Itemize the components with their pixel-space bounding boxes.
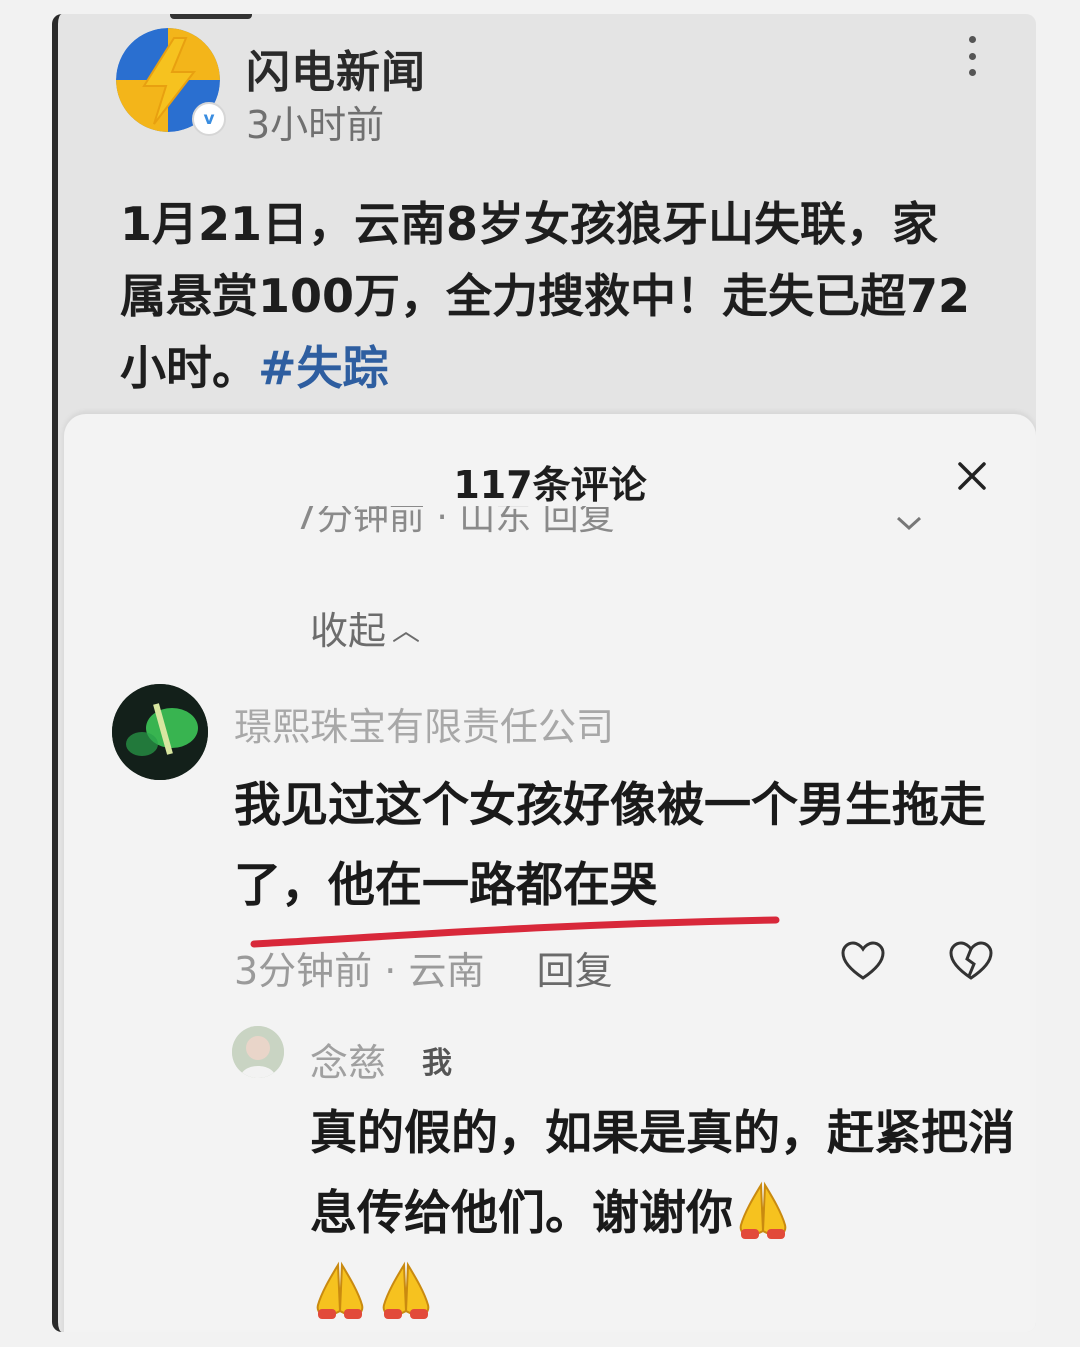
comments-sheet: 117条评论 7分钟前 · 山东 回复 收起 ︿ 璟熙珠宝有限责任公司 我见过这个…: [64, 414, 1036, 1332]
comments-count-title: 117条评论: [453, 463, 647, 507]
comment-meta: 3分钟前 · 云南 回复: [234, 940, 613, 995]
reply-avatar[interactable]: [232, 1026, 284, 1078]
more-vertical-icon[interactable]: [958, 36, 986, 76]
reply-button[interactable]: 回复: [537, 949, 613, 993]
heart-icon[interactable]: [840, 940, 886, 982]
post-time: 3小时前: [246, 103, 385, 147]
chevron-down-icon: [896, 516, 922, 531]
commenter-avatar[interactable]: [112, 684, 208, 780]
phone-screen: v 闪电新闻 3小时前 1月21日，云南8岁女孩狼牙山失联，家属悬赏100万，全…: [52, 14, 1036, 1332]
collapse-replies-button[interactable]: 收起 ︿: [310, 600, 420, 655]
meta-separator: ·: [384, 949, 409, 993]
reply-body: 真的假的，如果是真的，赶紧把消息传给他们。谢谢你: [310, 1106, 1015, 1241]
praying-hands-icon: [382, 1261, 430, 1319]
comment-location: 云南: [408, 949, 485, 993]
commenter-name[interactable]: 璟熙珠宝有限责任公司: [234, 696, 614, 751]
partial-comment-row: 7分钟前 · 山东 回复: [294, 506, 994, 536]
praying-hands-icon: [739, 1181, 787, 1239]
reply-text: 真的假的，如果是真的，赶紧把消息传给他们。谢谢你: [310, 1094, 1030, 1332]
dislike-icon[interactable]: [948, 940, 994, 982]
publisher-avatar[interactable]: v: [116, 28, 226, 138]
comment-time: 3分钟前: [234, 949, 373, 993]
verified-badge-icon: v: [192, 102, 226, 136]
hashtag-link[interactable]: #失踪: [258, 341, 389, 395]
post-body: 1月21日，云南8岁女孩狼牙山失联，家属悬赏100万，全力搜救中！走失已超72小…: [120, 197, 971, 395]
partial-comment-meta: 7分钟前 · 山东 回复: [294, 506, 615, 536]
praying-hands-icon: [316, 1261, 364, 1319]
publisher-name[interactable]: 闪电新闻: [246, 36, 426, 100]
reply-user-name[interactable]: 念慈: [310, 1032, 386, 1087]
notch: [170, 14, 252, 19]
close-icon[interactable]: [954, 458, 990, 494]
collapse-label: 收起: [310, 609, 387, 653]
reply-author-badge: 我: [422, 1046, 452, 1081]
chevron-up-icon: ︿: [392, 614, 421, 647]
post-text: 1月21日，云南8岁女孩狼牙山失联，家属悬赏100万，全力搜救中！走失已超72小…: [120, 188, 980, 404]
comment-text: 我见过这个女孩好像被一个男生拖走了，他在一路都在哭: [234, 778, 986, 913]
